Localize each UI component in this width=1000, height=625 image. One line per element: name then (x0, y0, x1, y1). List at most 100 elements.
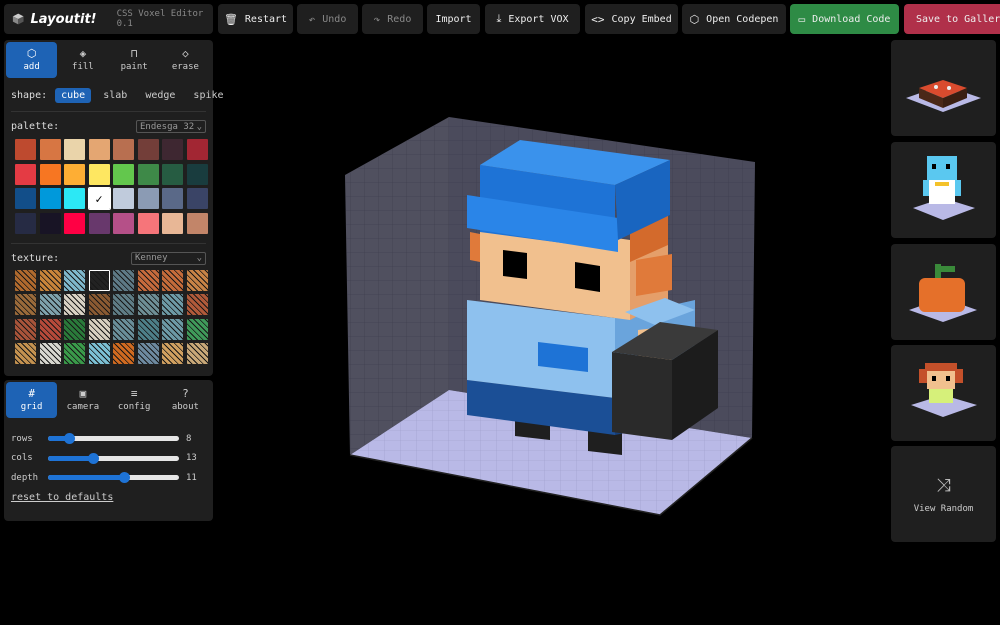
texture-swatch[interactable] (39, 318, 61, 340)
save-to-gallery-button[interactable]: Save to Gallery (904, 4, 1000, 34)
palette-select[interactable]: Endesga 32 ⌄ (136, 120, 206, 133)
texture-swatch[interactable] (137, 294, 159, 315)
palette-swatch[interactable] (137, 139, 159, 160)
palette-swatch[interactable] (162, 188, 183, 209)
palette-swatch[interactable] (88, 139, 110, 160)
import-button[interactable]: Import (427, 4, 480, 34)
texture-swatch[interactable] (64, 269, 85, 291)
restart-button[interactable]: 🗑 Restart (218, 4, 293, 34)
texture-select[interactable]: Kenney ⌄ (131, 251, 206, 265)
gallery-item-pumpkin[interactable] (891, 244, 996, 340)
texture-swatch[interactable] (113, 318, 134, 340)
texture-swatch[interactable] (137, 343, 159, 364)
texture-swatch[interactable] (162, 269, 183, 291)
undo-button[interactable]: ↶ Undo (297, 4, 358, 34)
tab-paint[interactable]: ⊓ paint (109, 42, 160, 78)
gallery-item-girl[interactable] (891, 345, 996, 441)
texture-swatch[interactable] (137, 269, 159, 291)
palette-swatch[interactable] (137, 163, 159, 185)
texture-swatch[interactable] (15, 294, 36, 315)
reset-defaults-link[interactable]: reset to defaults (4, 488, 213, 507)
texture-swatch[interactable] (162, 343, 183, 364)
shape-wedge[interactable]: wedge (139, 88, 181, 103)
gallery-item-cake[interactable] (891, 40, 996, 136)
palette-swatch[interactable] (15, 139, 36, 160)
slider-handle[interactable] (118, 472, 130, 484)
texture-swatch[interactable] (162, 294, 183, 315)
view-random-button[interactable]: ⤨ View Random (891, 446, 996, 542)
texture-swatch[interactable] (39, 294, 61, 315)
depth-slider[interactable] (48, 472, 179, 484)
open-codepen-button[interactable]: ⬡ Open Codepen (682, 4, 786, 34)
palette-swatch[interactable] (137, 188, 159, 209)
tab-erase[interactable]: ◇ erase (160, 42, 211, 78)
palette-swatch[interactable] (15, 212, 36, 234)
palette-swatch[interactable] (186, 188, 208, 209)
palette-swatch[interactable] (162, 139, 183, 160)
palette-swatch[interactable] (64, 163, 85, 185)
texture-swatch[interactable] (15, 318, 36, 340)
palette-swatch[interactable] (186, 139, 208, 160)
palette-swatch[interactable] (39, 163, 61, 185)
texture-swatch[interactable] (137, 318, 159, 340)
palette-swatch[interactable] (15, 163, 36, 185)
texture-swatch[interactable] (186, 343, 208, 364)
texture-swatch[interactable] (64, 294, 85, 315)
cols-slider[interactable] (48, 452, 179, 464)
tab-fill[interactable]: ◈ fill (57, 42, 108, 78)
rows-slider[interactable] (48, 433, 179, 445)
palette-swatch[interactable] (88, 212, 110, 234)
texture-swatch[interactable] (64, 343, 85, 364)
palette-swatch[interactable] (15, 188, 36, 209)
texture-swatch[interactable] (88, 269, 110, 291)
voxel-canvas[interactable] (220, 40, 885, 540)
texture-swatch[interactable] (113, 343, 134, 364)
tab-camera[interactable]: ▣ camera (57, 382, 108, 418)
palette-swatch[interactable] (137, 212, 159, 234)
grid-icon: # (28, 387, 35, 400)
palette-swatch[interactable] (113, 188, 134, 209)
shape-slab[interactable]: slab (97, 88, 133, 103)
tab-config[interactable]: ≡ config (109, 382, 160, 418)
texture-swatch[interactable] (15, 343, 36, 364)
palette-swatch[interactable] (64, 188, 85, 209)
palette-swatch[interactable] (39, 188, 61, 209)
slider-handle[interactable] (63, 433, 75, 445)
texture-swatch[interactable] (186, 318, 208, 340)
palette-swatch[interactable] (64, 139, 85, 160)
texture-swatch[interactable] (88, 343, 110, 364)
palette-swatch[interactable] (39, 212, 61, 234)
texture-swatch[interactable] (113, 294, 134, 315)
palette-swatch[interactable] (113, 212, 134, 234)
texture-swatch[interactable] (186, 269, 208, 291)
texture-swatch[interactable] (39, 269, 61, 291)
palette-swatch[interactable] (39, 139, 61, 160)
palette-swatch[interactable] (64, 212, 85, 234)
palette-swatch[interactable] (113, 139, 134, 160)
palette-swatch[interactable] (186, 212, 208, 234)
palette-swatch[interactable] (162, 163, 183, 185)
texture-swatch[interactable] (162, 318, 183, 340)
redo-button[interactable]: ↷ Redo (362, 4, 423, 34)
texture-swatch[interactable] (88, 294, 110, 315)
texture-swatch[interactable] (39, 343, 61, 364)
slider-handle[interactable] (87, 452, 99, 464)
texture-swatch[interactable] (15, 269, 36, 291)
palette-swatch[interactable] (113, 163, 134, 185)
gallery-item-penguin[interactable] (891, 142, 996, 238)
texture-swatch[interactable] (113, 269, 134, 291)
texture-swatch[interactable] (64, 318, 85, 340)
download-code-button[interactable]: ▭ Download Code (790, 4, 899, 34)
palette-swatch[interactable]: ✓ (87, 187, 111, 210)
palette-swatch[interactable] (186, 163, 208, 185)
copy-embed-button[interactable]: <> Copy Embed (585, 4, 678, 34)
export-vox-button[interactable]: ⤓ Export VOX (485, 4, 580, 34)
shape-cube[interactable]: cube (55, 88, 92, 103)
tab-grid[interactable]: # grid (6, 382, 58, 418)
texture-swatch[interactable] (88, 318, 110, 340)
texture-swatch[interactable] (186, 294, 208, 315)
tab-about[interactable]: ? about (160, 382, 211, 418)
palette-swatch[interactable] (88, 163, 110, 185)
tab-add[interactable]: ⬡ add (6, 42, 58, 78)
palette-swatch[interactable] (162, 212, 183, 234)
